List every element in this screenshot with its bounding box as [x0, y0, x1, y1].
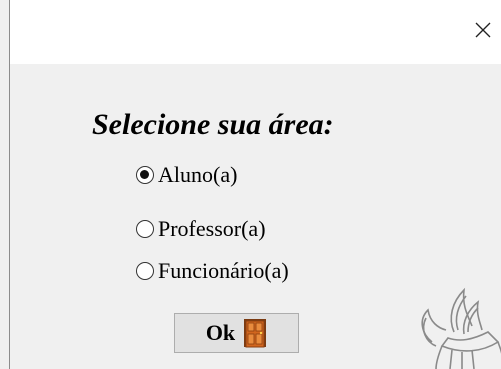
flame-book-logo-icon [402, 272, 501, 369]
dialog-window: Selecione sua área: Aluno(a) Professor(a… [9, 0, 501, 369]
radio-button-aluno[interactable] [136, 166, 154, 184]
radio-button-professor[interactable] [136, 220, 154, 238]
radio-label-funcionario: Funcionário(a) [158, 258, 289, 283]
door-icon [244, 319, 267, 348]
ok-button-label: Ok [205, 320, 236, 345]
radio-label-professor: Professor(a) [158, 216, 266, 241]
radio-option-funcionario[interactable]: Funcionário(a) [136, 256, 289, 286]
ok-button[interactable]: Ok [174, 313, 299, 353]
radio-option-professor[interactable]: Professor(a) [136, 214, 266, 244]
radio-option-aluno[interactable]: Aluno(a) [136, 160, 237, 190]
title-bar [10, 0, 501, 64]
radio-button-funcionario[interactable] [136, 262, 154, 280]
radio-label-aluno: Aluno(a) [158, 162, 238, 187]
area-heading: Selecione sua área: [92, 108, 334, 141]
close-icon [475, 22, 491, 38]
close-button[interactable] [465, 12, 501, 48]
